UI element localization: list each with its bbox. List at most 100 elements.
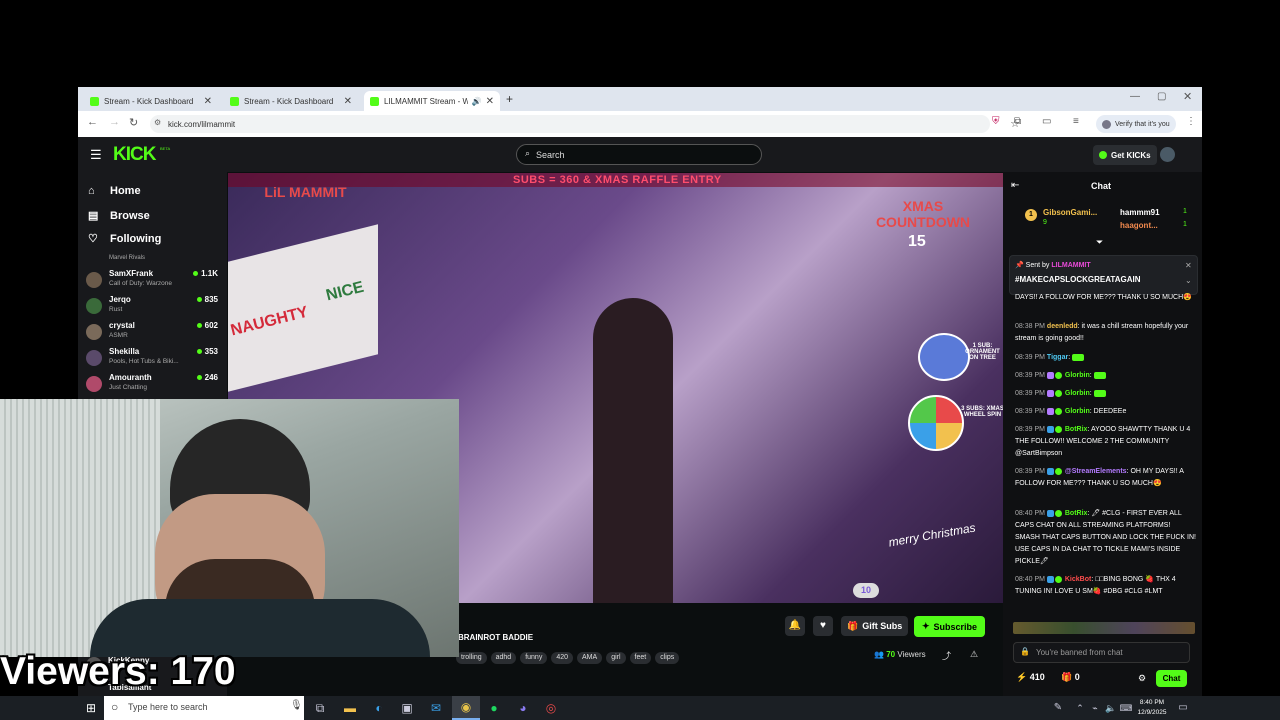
expand-chevron-icon[interactable]: ⌄ xyxy=(1185,276,1192,285)
stream-tag[interactable]: AMA xyxy=(577,652,603,664)
top-gifter-name[interactable]: haagont... xyxy=(1120,221,1158,230)
stream-tag[interactable]: girl xyxy=(606,652,626,664)
channel-item[interactable]: Jerqo Rust 835 xyxy=(86,295,218,319)
nav-home[interactable]: ⌂ Home xyxy=(88,185,141,197)
chat-username[interactable]: Tiggar xyxy=(1047,354,1068,361)
user-avatar[interactable] xyxy=(1160,147,1175,162)
browser-tab-3[interactable]: LILMAMMIT Stream - Watch 🔊 ✕ xyxy=(364,91,500,111)
minimize-button[interactable]: — xyxy=(1130,91,1140,102)
close-tab-icon[interactable]: ✕ xyxy=(486,96,494,107)
menu-hamburger-icon[interactable]: ☰ xyxy=(90,147,102,163)
new-tab-button[interactable]: + xyxy=(506,92,513,106)
chat-username[interactable]: BotRix xyxy=(1065,426,1088,433)
chat-username[interactable]: Glorbin xyxy=(1065,372,1090,379)
back-icon[interactable]: ← xyxy=(87,116,98,128)
browser-tab-1[interactable]: Stream - Kick Dashboard ✕ xyxy=(84,91,218,111)
chat-time: 08:40 PM xyxy=(1015,510,1045,517)
notification-bell-button[interactable]: 🔔 xyxy=(785,616,805,636)
file-explorer-icon[interactable]: ▬ xyxy=(342,700,358,716)
chat-username[interactable]: Glorbin xyxy=(1065,408,1090,415)
reload-icon[interactable]: ↻ xyxy=(129,116,138,129)
stream-tag[interactable]: adhd xyxy=(490,652,517,664)
profile-verify-button[interactable]: Verify that it's you xyxy=(1096,115,1176,133)
site-info-icon[interactable]: ⚙ xyxy=(154,118,161,127)
browser-menu-icon[interactable]: ⋮ xyxy=(1186,116,1196,127)
get-kicks-button[interactable]: Get KICKs xyxy=(1093,145,1157,165)
subscribe-button[interactable]: ✦ Subscribe xyxy=(914,616,986,637)
search-input[interactable]: ⌕ Search xyxy=(516,144,762,165)
forward-icon[interactable]: → xyxy=(109,116,120,128)
edge-icon[interactable]: ◐ xyxy=(371,700,387,716)
kick-logo[interactable]: KICK xyxy=(113,144,156,166)
channel-viewers: 602 xyxy=(197,321,218,330)
chat-settings-icon[interactable]: ⚙ xyxy=(1138,673,1146,684)
pinned-message-header: 📌 Sent by LILMAMMIT xyxy=(1015,261,1091,269)
verified-badge-icon xyxy=(1054,389,1062,397)
speaker-icon[interactable]: 🔊 xyxy=(472,97,482,106)
channel-item[interactable]: SamXFrank Call of Duty: Warzone 1.1K xyxy=(86,269,218,293)
overlay-xmas-countdown: XMAS COUNTDOWN xyxy=(875,198,971,230)
tab-search-icon[interactable]: ≡ xyxy=(1073,116,1079,127)
close-window-button[interactable]: ✕ xyxy=(1183,90,1192,103)
channel-item[interactable]: Amouranth Just Chatting 246 xyxy=(86,373,218,397)
extension-shield-icon[interactable]: ⛨ xyxy=(992,116,1000,127)
mail-icon[interactable]: ✉ xyxy=(428,700,444,716)
top-gifter-name[interactable]: GibsonGami... xyxy=(1043,208,1097,217)
stream-tag[interactable]: clips xyxy=(655,652,680,664)
address-bar[interactable]: ⚙ kick.com/lilmammit ☆ xyxy=(150,115,1020,133)
extensions-icon[interactable]: ⧉ xyxy=(1014,116,1021,127)
channel-item[interactable]: crystal ASMR 602 xyxy=(86,321,218,345)
notifications-icon[interactable]: ▭ xyxy=(1175,700,1191,716)
gift-count[interactable]: 🎁 0 xyxy=(1061,672,1080,683)
channel-points[interactable]: ⚡ 410 xyxy=(1016,672,1045,683)
tray-expand-icon[interactable]: ⌃ xyxy=(1072,700,1088,716)
avatar xyxy=(86,350,102,366)
spotify-icon[interactable]: ● xyxy=(486,700,502,716)
kick-favicon-icon xyxy=(230,96,239,106)
stream-tag[interactable]: feet xyxy=(629,652,652,664)
chat-username[interactable]: KickBot xyxy=(1065,576,1091,583)
pen-icon[interactable]: ✎ xyxy=(1050,700,1066,716)
collapse-chat-icon[interactable]: ⇤ xyxy=(1011,180,1019,191)
windows-start-icon[interactable]: ⊞ xyxy=(83,700,99,716)
maximize-button[interactable]: ▢ xyxy=(1157,91,1166,102)
nav-browse[interactable]: ▤ Browse xyxy=(88,209,150,223)
obs-icon[interactable]: ◎ xyxy=(543,700,559,716)
taskbar-search-input[interactable]: ○ Type here to search 🎙 xyxy=(104,696,304,720)
chat-username[interactable]: deenledd xyxy=(1047,323,1078,330)
report-icon[interactable]: ⚠ xyxy=(970,649,978,660)
chrome-taskbar-button[interactable]: ◉ xyxy=(452,696,480,720)
stream-tag[interactable]: trolling xyxy=(456,652,487,664)
gift-subs-button[interactable]: 🎁 Gift Subs xyxy=(841,616,909,636)
system-clock[interactable]: 8:40 PM 12/9/2025 xyxy=(1137,698,1167,718)
chat-username[interactable]: Glorbin xyxy=(1065,390,1090,397)
stream-tag[interactable]: funny xyxy=(520,652,548,664)
side-panel-icon[interactable]: ▭ xyxy=(1042,116,1051,127)
chat-message: DAYS!! A FOLLOW FOR ME??? THANK U SO MUC… xyxy=(1015,292,1197,304)
close-tab-icon[interactable]: ✕ xyxy=(344,96,352,107)
browser-tab-2[interactable]: Stream - Kick Dashboard ✕ xyxy=(224,91,358,111)
gift-icon: 🎁 xyxy=(847,620,859,631)
chat-username[interactable]: BotRix xyxy=(1065,510,1088,517)
task-view-icon[interactable]: ⧉ xyxy=(312,700,328,716)
chat-username[interactable]: @StreamElements xyxy=(1065,468,1127,475)
overlay-countdown-number: 15 xyxy=(908,233,926,250)
volume-icon[interactable]: 🔈 xyxy=(1103,700,1119,716)
unpin-icon[interactable]: ✕ xyxy=(1185,261,1192,270)
chat-input[interactable]: 🔒 You're banned from chat xyxy=(1013,642,1190,663)
microphone-icon[interactable]: 🎙 xyxy=(290,700,303,711)
discord-icon[interactable]: ◕ xyxy=(515,700,531,716)
nav-following[interactable]: ♡ Following xyxy=(88,232,161,246)
emote-bar[interactable] xyxy=(1013,622,1195,634)
chat-send-button[interactable]: Chat xyxy=(1156,670,1187,687)
follow-heart-button[interactable]: ♥ xyxy=(813,616,833,636)
filter-icon[interactable]: ⏷ xyxy=(1096,237,1103,248)
stream-tag[interactable]: 420 xyxy=(551,652,574,664)
top-gifter-name[interactable]: hammm91 xyxy=(1120,208,1160,217)
store-icon[interactable]: ▣ xyxy=(399,700,415,716)
keyboard-icon[interactable]: ⌨ xyxy=(1118,700,1134,716)
share-icon[interactable]: ⤴ xyxy=(942,649,951,662)
network-icon[interactable]: ⌁ xyxy=(1087,700,1103,716)
close-tab-icon[interactable]: ✕ xyxy=(204,96,212,107)
channel-item[interactable]: Shekilla Pools, Hot Tubs & Biki... 353 xyxy=(86,347,218,371)
